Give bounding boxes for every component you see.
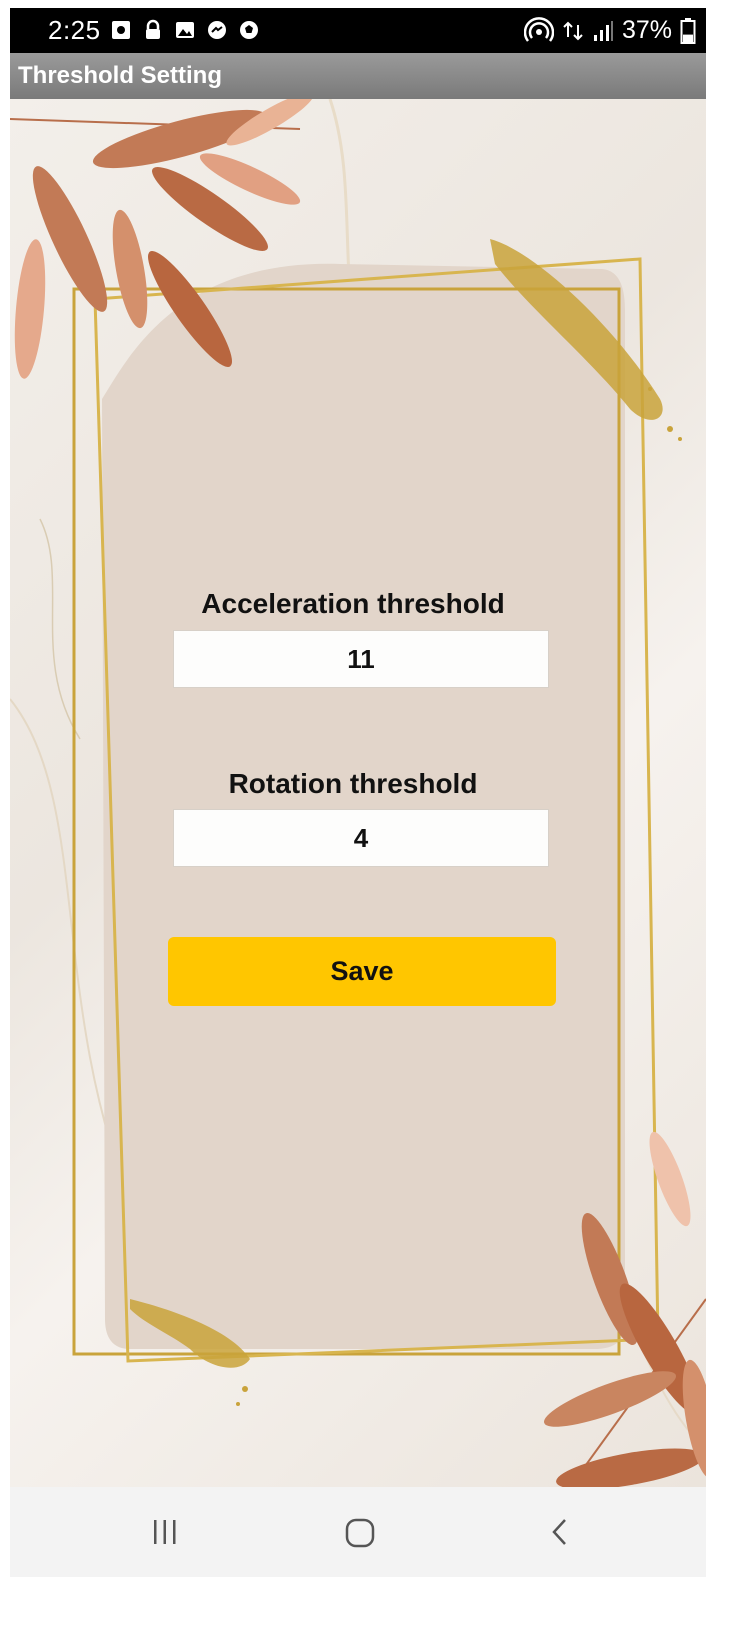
app-bar: Threshold Setting (10, 53, 706, 99)
acceleration-threshold-label: Acceleration threshold (201, 588, 505, 619)
navigation-bar (10, 1487, 706, 1577)
recent-apps-icon[interactable] (150, 1517, 180, 1547)
data-transfer-icon (563, 21, 583, 40)
signal-icon (593, 20, 613, 41)
status-bar: 2:25 37% (10, 8, 706, 53)
notification-icons (110, 19, 260, 41)
rotation-threshold-label: Rotation threshold (228, 768, 478, 799)
hotspot-icon (523, 16, 554, 42)
home-icon[interactable] (344, 1517, 376, 1549)
ball-icon (240, 21, 258, 39)
lock-notification-icon (146, 19, 160, 39)
battery-percent: 37% (621, 16, 672, 44)
gallery-icon (176, 22, 194, 38)
notification-square-icon (112, 21, 130, 39)
battery-icon (680, 17, 696, 44)
messenger-icon (208, 21, 226, 39)
back-icon[interactable] (545, 1517, 575, 1547)
acceleration-threshold-input[interactable]: 11 (173, 630, 549, 688)
page-title: Threshold Setting (18, 62, 222, 89)
save-button[interactable]: Save (168, 937, 556, 1006)
status-right-group: 37% (523, 16, 696, 45)
rotation-threshold-input[interactable]: 4 (173, 809, 549, 867)
status-time: 2:25 (48, 15, 101, 45)
